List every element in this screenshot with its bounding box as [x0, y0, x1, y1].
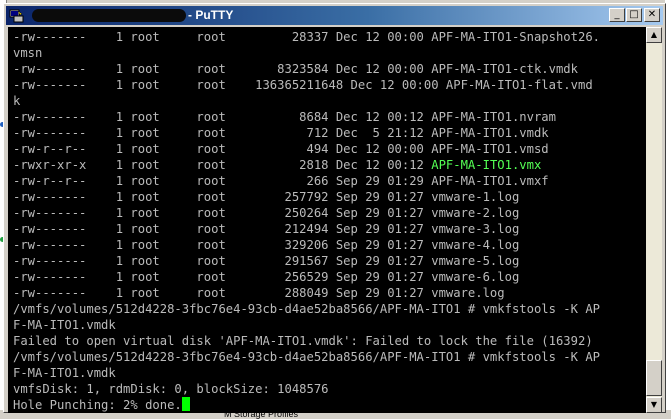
terminal-line: -rw------- 1 root root 712 Dec 5 21:12 A…	[13, 126, 549, 140]
terminal-line: vmsn	[13, 46, 43, 60]
vertical-scrollbar[interactable]: ▲ ▼	[646, 27, 662, 413]
terminal-line: -rw------- 1 root root 8323584 Dec 12 00…	[13, 62, 578, 76]
terminal-line: -rw------- 1 root root 257792 Sep 29 01:…	[13, 190, 520, 204]
terminal-line-vmx: -rwxr-xr-x 1 root root 2818 Dec 12 00:12…	[13, 157, 600, 173]
terminal-line: -rw------- 1 root root 288049 Sep 29 01:…	[13, 286, 505, 300]
text-cursor	[181, 397, 190, 411]
terminal-line: -rw------- 1 root root 291567 Sep 29 01:…	[13, 254, 520, 268]
vmx-filename: APF-MA-ITO1.vmx	[431, 158, 542, 172]
terminal-line-prefix: -rwxr-xr-x 1 root root 2818 Dec 12 00:12	[13, 158, 432, 172]
putty-app-icon[interactable]	[9, 8, 24, 23]
scroll-down-button[interactable]: ▼	[646, 397, 662, 413]
terminal-line: -rw------- 1 root root 8684 Dec 12 00:12…	[13, 110, 556, 124]
terminal-line: -rw------- 1 root root 136365211648 Dec …	[13, 78, 593, 92]
terminal-line: /vmfs/volumes/512d4228-3fbc76e4-93cb-d4a…	[13, 302, 600, 316]
terminal-line: k	[13, 94, 21, 108]
terminal-prompt-line: Hole Punching: 2% done.	[13, 397, 600, 413]
terminal-line: -rw------- 1 root root 256529 Sep 29 01:…	[13, 270, 520, 284]
terminal-output[interactable]: -rw------- 1 root root 28337 Dec 12 00:0…	[8, 27, 649, 413]
putty-window: - PuTTY _ □ ✕ -rw------- 1 root root 283…	[3, 3, 666, 413]
minimize-button[interactable]: _	[609, 8, 625, 22]
progress-text: Hole Punching: 2% done.	[13, 398, 182, 412]
terminal-lines: -rw------- 1 root root 28337 Dec 12 00:0…	[13, 29, 600, 413]
window-title: - PuTTY	[188, 8, 234, 22]
arrow-up-icon: ▲	[650, 30, 658, 39]
close-button[interactable]: ✕	[644, 8, 660, 22]
terminal-line: -rw------- 1 root root 250264 Sep 29 01:…	[13, 206, 520, 220]
terminal-line: -rw-r--r-- 1 root root 266 Sep 29 01:29 …	[13, 174, 549, 188]
terminal-line: -rw------- 1 root root 329206 Sep 29 01:…	[13, 238, 520, 252]
terminal-line: -rw------- 1 root root 212494 Sep 29 01:…	[13, 222, 520, 236]
maximize-button[interactable]: □	[626, 8, 642, 22]
terminal-line: vmfsDisk: 1, rdmDisk: 0, blockSize: 1048…	[13, 382, 329, 396]
terminal-line: Failed to open virtual disk 'APF-MA-ITO1…	[13, 334, 593, 348]
title-bar[interactable]: - PuTTY _ □ ✕	[6, 6, 663, 25]
terminal-line: /vmfs/volumes/512d4228-3fbc76e4-93cb-d4a…	[13, 350, 600, 364]
terminal-line: -rw------- 1 root root 28337 Dec 12 00:0…	[13, 30, 600, 44]
terminal-line: F-MA-ITO1.vmdk	[13, 366, 116, 380]
arrow-down-icon: ▼	[650, 400, 658, 409]
terminal-line: -rw-r--r-- 1 root root 494 Dec 12 00:00 …	[13, 142, 549, 156]
redacted-hostname	[32, 9, 186, 22]
scroll-up-button[interactable]: ▲	[646, 27, 662, 43]
scrollbar-thumb[interactable]	[646, 360, 662, 396]
terminal-line: F-MA-ITO1.vmdk	[13, 318, 116, 332]
